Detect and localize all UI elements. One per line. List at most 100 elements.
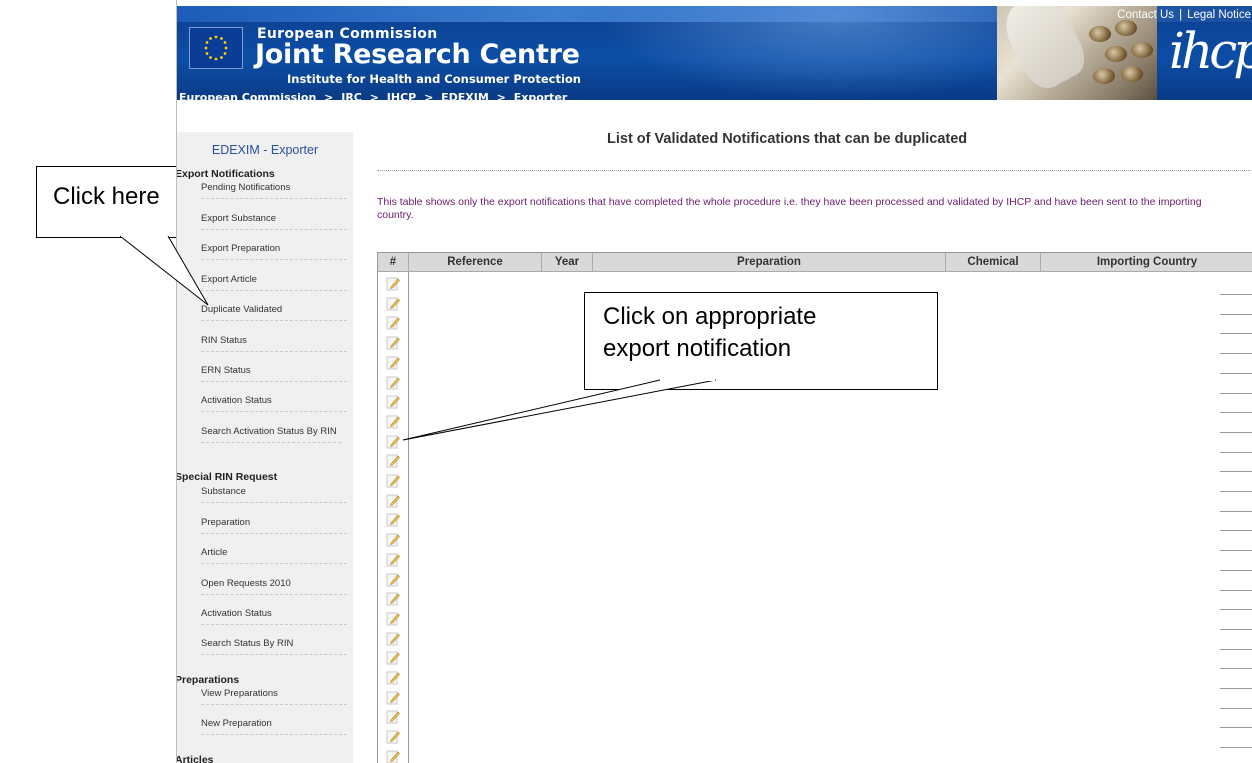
- edit-icon[interactable]: [386, 296, 400, 311]
- column-header-preparation[interactable]: Preparation: [593, 253, 946, 271]
- edit-icon[interactable]: [386, 453, 400, 468]
- edit-icon[interactable]: [386, 394, 400, 409]
- edit-icon[interactable]: [386, 552, 400, 567]
- breadcrumb-jrc[interactable]: JRC: [341, 91, 362, 100]
- table-row-separator: [1220, 491, 1252, 492]
- table-row-separator: [1220, 431, 1252, 433]
- sidebar-item-pending-notifications[interactable]: Pending Notifications: [201, 182, 347, 199]
- sidebar-item-export-preparation[interactable]: Export Preparation: [201, 243, 347, 260]
- sidebar-item-activation-status-2[interactable]: Activation Status: [201, 608, 347, 625]
- sidebar-title: EDEXIM - Exporter: [211, 143, 319, 157]
- well-plate-hole: [1105, 46, 1127, 62]
- breadcrumb-separator: >: [424, 91, 434, 100]
- sidebar-item-export-substance[interactable]: Export Substance: [201, 213, 347, 230]
- table-row-separator: [1220, 550, 1252, 552]
- edit-icon[interactable]: [386, 572, 400, 587]
- banner-glow: [597, 6, 997, 100]
- table-row-separator: [1220, 747, 1252, 749]
- breadcrumb-separator: >: [496, 91, 506, 100]
- edit-icon[interactable]: [386, 709, 400, 724]
- table-row-separator: [1220, 569, 1252, 571]
- edit-icon[interactable]: [386, 749, 400, 763]
- table-row-separator: [1220, 313, 1252, 315]
- well-plate-hole: [1115, 20, 1137, 36]
- edit-icon[interactable]: [386, 493, 400, 508]
- table-row-separator: [1220, 727, 1252, 729]
- sidebar-item-article[interactable]: Article: [201, 547, 347, 564]
- sidebar-item-export-article[interactable]: Export Article: [201, 274, 347, 291]
- well-plate-hole: [1131, 42, 1153, 58]
- edit-icon[interactable]: [386, 414, 400, 429]
- edit-icon[interactable]: [386, 631, 400, 646]
- column-header-reference[interactable]: Reference: [409, 253, 542, 271]
- edit-icon[interactable]: [386, 512, 400, 527]
- breadcrumb-european-commission[interactable]: European Commission: [179, 91, 316, 100]
- sidebar-item-open-requests-2010[interactable]: Open Requests 2010: [201, 578, 347, 595]
- edit-icon[interactable]: [386, 315, 400, 330]
- table-row-separator: [1220, 668, 1252, 670]
- breadcrumb-exporter[interactable]: Exporter: [514, 91, 568, 100]
- table-row-separator: [1220, 333, 1252, 335]
- sidebar-item-preparation[interactable]: Preparation: [201, 517, 347, 534]
- well-plate-hole: [1089, 26, 1111, 42]
- table-rows: [378, 272, 409, 763]
- top-links: Contact Us | Legal Notice: [1117, 9, 1251, 21]
- table-row-separator: [1220, 707, 1252, 709]
- column-header-number[interactable]: #: [378, 253, 409, 271]
- column-header-importing-country[interactable]: Importing Country: [1041, 253, 1252, 271]
- breadcrumb-separator: >: [324, 91, 334, 100]
- sidebar-item-substance[interactable]: Substance: [201, 486, 347, 503]
- edit-icon[interactable]: [386, 276, 400, 291]
- sidebar-section-special-rin-request: Special RIN Request: [176, 471, 278, 483]
- well-plate-hole: [1121, 66, 1143, 82]
- well-plate-hole: [1093, 68, 1115, 84]
- sidebar-item-search-activation-status-by-rin[interactable]: Search Activation Status By RIN: [201, 426, 341, 443]
- sidebar-section-articles: Articles: [176, 754, 214, 763]
- sidebar-item-search-status-by-rin[interactable]: Search Status By RIN: [201, 638, 347, 655]
- edit-icon[interactable]: [386, 650, 400, 665]
- sidebar-section-preparations: Preparations: [176, 674, 240, 686]
- eu-flag-icon: [189, 27, 243, 69]
- legal-notice-link[interactable]: Legal Notice: [1187, 9, 1251, 21]
- contact-us-link[interactable]: Contact Us: [1117, 9, 1174, 21]
- edit-icon[interactable]: [386, 670, 400, 685]
- callout-click-notification: Click on appropriate export notification: [584, 292, 938, 390]
- edit-icon[interactable]: [386, 690, 400, 705]
- breadcrumb-separator: >: [369, 91, 379, 100]
- sidebar-item-activation-status[interactable]: Activation Status: [201, 395, 347, 412]
- sidebar-item-view-preparations[interactable]: View Preparations: [201, 688, 347, 705]
- column-header-year[interactable]: Year: [542, 253, 593, 271]
- breadcrumb-ihcp[interactable]: IHCP: [387, 91, 416, 100]
- table-row-separator: [1220, 353, 1252, 355]
- table-row-separator: [1220, 628, 1252, 630]
- edit-icon[interactable]: [386, 434, 400, 449]
- sidebar-item-new-preparation[interactable]: New Preparation: [201, 718, 347, 735]
- table-row-separator: [1220, 392, 1252, 394]
- table-row-separator: [1220, 530, 1252, 532]
- edit-icon[interactable]: [386, 611, 400, 626]
- glove-hand-image: [997, 6, 1093, 96]
- edit-icon[interactable]: [386, 532, 400, 547]
- table-row-separator: [1220, 688, 1252, 689]
- sidebar: EDEXIM - Exporter Export Notifications P…: [177, 132, 353, 763]
- table-row-separator: [1220, 412, 1252, 414]
- callout-click-here-text: Click here: [53, 183, 160, 210]
- sidebar-item-duplicate-validated[interactable]: Duplicate Validated: [201, 304, 347, 321]
- edit-icon[interactable]: [386, 591, 400, 606]
- sidebar-item-ern-status[interactable]: ERN Status: [201, 365, 347, 382]
- edit-icon[interactable]: [386, 335, 400, 350]
- table-row-separator: [1220, 648, 1252, 650]
- sidebar-item-rin-status[interactable]: RIN Status: [201, 335, 347, 352]
- edit-icon[interactable]: [386, 473, 400, 488]
- breadcrumb-edexim[interactable]: EDEXIM: [441, 91, 489, 100]
- edit-icon[interactable]: [386, 375, 400, 390]
- page-title: List of Validated Notifications that can…: [607, 131, 968, 147]
- column-header-chemical[interactable]: Chemical: [946, 253, 1041, 271]
- intro-text: This table shows only the export notific…: [377, 196, 1202, 221]
- table-row-separator: [1220, 609, 1252, 611]
- edit-icon[interactable]: [386, 355, 400, 370]
- title-divider: [377, 170, 1252, 171]
- table-row-separator: [1220, 451, 1252, 453]
- org-name-large: Joint Research Centre: [255, 39, 580, 70]
- edit-icon[interactable]: [386, 729, 400, 744]
